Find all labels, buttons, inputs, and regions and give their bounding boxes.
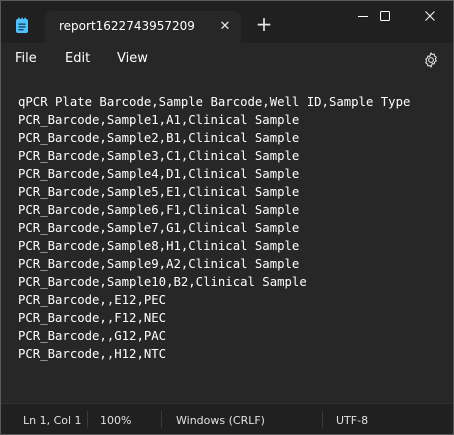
new-tab-button[interactable]: + (254, 14, 274, 35)
maximize-icon (380, 11, 390, 21)
editor-content[interactable]: qPCR Plate Barcode,Sample Barcode,Well I… (18, 93, 410, 363)
status-divider (161, 411, 162, 428)
line-ending[interactable]: Windows (CRLF) (176, 414, 265, 427)
text-line: PCR_Barcode,Sample8,H1,Clinical Sample (18, 239, 300, 253)
text-line: PCR_Barcode,,H12,NTC (18, 347, 167, 361)
title-bar[interactable]: report1622743957209 ✕ + (1, 1, 453, 43)
notepad-icon (16, 17, 28, 33)
maximize-button[interactable] (363, 1, 407, 33)
status-bar: Ln 1, Col 1 100% Windows (CRLF) UTF-8 (1, 403, 453, 434)
gear-icon[interactable] (422, 51, 440, 69)
text-line: PCR_Barcode,,F12,NEC (18, 311, 167, 325)
text-editor[interactable]: qPCR Plate Barcode,Sample Barcode,Well I… (1, 77, 453, 403)
text-line: PCR_Barcode,Sample6,F1,Clinical Sample (18, 203, 300, 217)
text-line: PCR_Barcode,Sample4,D1,Clinical Sample (18, 167, 300, 181)
tab-close-icon[interactable]: ✕ (218, 20, 232, 34)
menu-file[interactable]: File (15, 51, 37, 66)
zoom-level[interactable]: 100% (100, 414, 131, 427)
cursor-position[interactable]: Ln 1, Col 1 (23, 414, 82, 427)
text-line: PCR_Barcode,Sample2,B1,Clinical Sample (18, 131, 300, 145)
menu-edit[interactable]: Edit (65, 51, 90, 66)
tab-report[interactable]: report1622743957209 ✕ (45, 11, 241, 43)
close-button[interactable] (408, 1, 452, 33)
text-line: PCR_Barcode,,G12,PAC (18, 329, 167, 343)
tab-title: report1622743957209 (59, 19, 195, 33)
text-line: PCR_Barcode,Sample5,E1,Clinical Sample (18, 185, 300, 199)
close-icon (425, 11, 435, 21)
notepad-window: report1622743957209 ✕ + File Edit View q… (0, 0, 454, 435)
menu-view[interactable]: View (117, 51, 148, 66)
text-line: PCR_Barcode,Sample10,B2,Clinical Sample (18, 275, 307, 289)
status-divider (87, 411, 88, 428)
text-line: PCR_Barcode,,E12,PEC (18, 293, 167, 307)
text-line: PCR_Barcode,Sample9,A2,Clinical Sample (18, 257, 300, 271)
menu-bar: File Edit View (1, 43, 453, 77)
status-divider (322, 411, 323, 428)
text-line: PCR_Barcode,Sample7,G1,Clinical Sample (18, 221, 300, 235)
text-line: PCR_Barcode,Sample3,C1,Clinical Sample (18, 149, 300, 163)
text-line: qPCR Plate Barcode,Sample Barcode,Well I… (18, 95, 411, 109)
encoding[interactable]: UTF-8 (336, 414, 368, 427)
text-line: PCR_Barcode,Sample1,A1,Clinical Sample (18, 113, 300, 127)
